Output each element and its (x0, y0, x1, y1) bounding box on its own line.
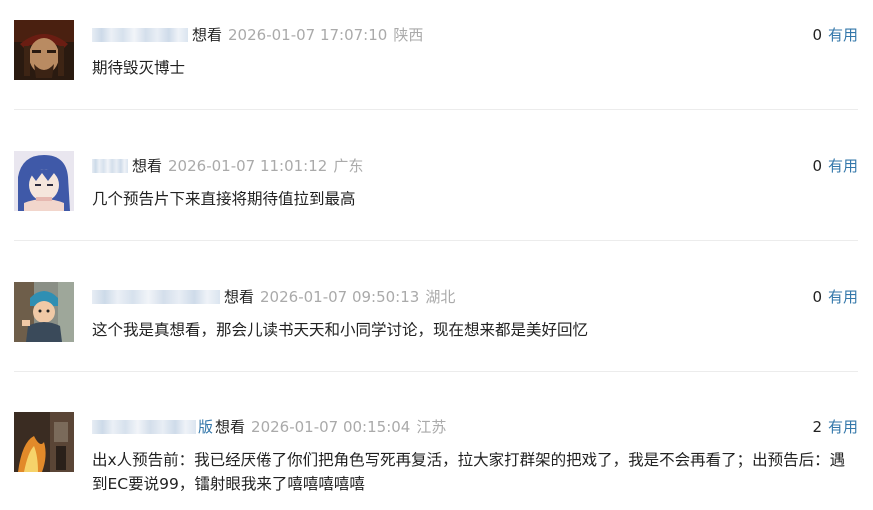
comment-content: 这个我是真想看，那会儿读书天天和小同学讨论，现在想来都是美好回忆 (92, 321, 589, 339)
useful-button[interactable]: 有用 (828, 287, 858, 307)
comment-location: 广东 (333, 157, 364, 175)
comment-location: 江苏 (416, 418, 447, 436)
comment-time: 2026-01-07 17:07:10 (228, 26, 388, 44)
comment-location: 陕西 (393, 26, 424, 44)
avatar[interactable] (14, 151, 74, 211)
comment-location: 湖北 (425, 288, 456, 306)
vote-area: 0 有用 (812, 25, 858, 45)
useful-button[interactable]: 有用 (828, 417, 858, 437)
vote-count: 2 (812, 418, 822, 436)
username-redacted[interactable] (92, 28, 188, 42)
rating-status: 想看 (224, 288, 255, 306)
comment-meta: 想看 2026-01-07 17:07:10 陕西 (92, 25, 423, 45)
rating-status: 想看 (192, 26, 223, 44)
username-redacted[interactable] (92, 420, 196, 434)
anime-blue-hair-avatar-image (14, 151, 74, 211)
vote-count: 0 (812, 288, 822, 306)
comment-meta: 想看 2026-01-07 11:01:12 广东 (92, 156, 363, 176)
child-photo-avatar-image (14, 282, 74, 342)
comment-content: 出x人预告前：我已经厌倦了你们把角色写死再复活，拉大家打群架的把戏了，我是不会再… (92, 451, 846, 493)
vote-count: 0 (812, 157, 822, 175)
rating-status: 想看 (132, 157, 163, 175)
rating-status: 想看 (215, 418, 246, 436)
username-redacted[interactable] (92, 290, 220, 304)
divider (14, 240, 858, 241)
divider (14, 371, 858, 372)
divider (14, 109, 858, 110)
comment-time: 2026-01-07 11:01:12 (168, 157, 328, 175)
avatar[interactable] (14, 20, 74, 80)
comment-time: 2026-01-07 00:15:04 (251, 418, 411, 436)
vote-area: 0 有用 (812, 287, 858, 307)
username-redacted[interactable] (92, 159, 128, 173)
useful-button[interactable]: 有用 (828, 25, 858, 45)
useful-button[interactable]: 有用 (828, 156, 858, 176)
comment-meta: 版 想看 2026-01-07 00:15:04 江苏 (92, 417, 446, 437)
username-suffix[interactable]: 版 (198, 417, 213, 437)
vote-count: 0 (812, 26, 822, 44)
comment-time: 2026-01-07 09:50:13 (260, 288, 420, 306)
fire-scene-avatar-image (14, 412, 74, 472)
vote-area: 2 有用 (812, 417, 858, 437)
pirate-portrait-avatar-image (14, 20, 74, 80)
avatar[interactable] (14, 282, 74, 342)
vote-area: 0 有用 (812, 156, 858, 176)
comment-content: 期待毁灭博士 (92, 59, 186, 77)
avatar[interactable] (14, 412, 74, 472)
comment-content: 几个预告片下来直接将期待值拉到最高 (92, 190, 356, 208)
comment-list: 想看 2026-01-07 17:07:10 陕西 0 有用 期待毁灭博士 想看… (0, 0, 873, 510)
comment-meta: 想看 2026-01-07 09:50:13 湖北 (92, 287, 455, 307)
